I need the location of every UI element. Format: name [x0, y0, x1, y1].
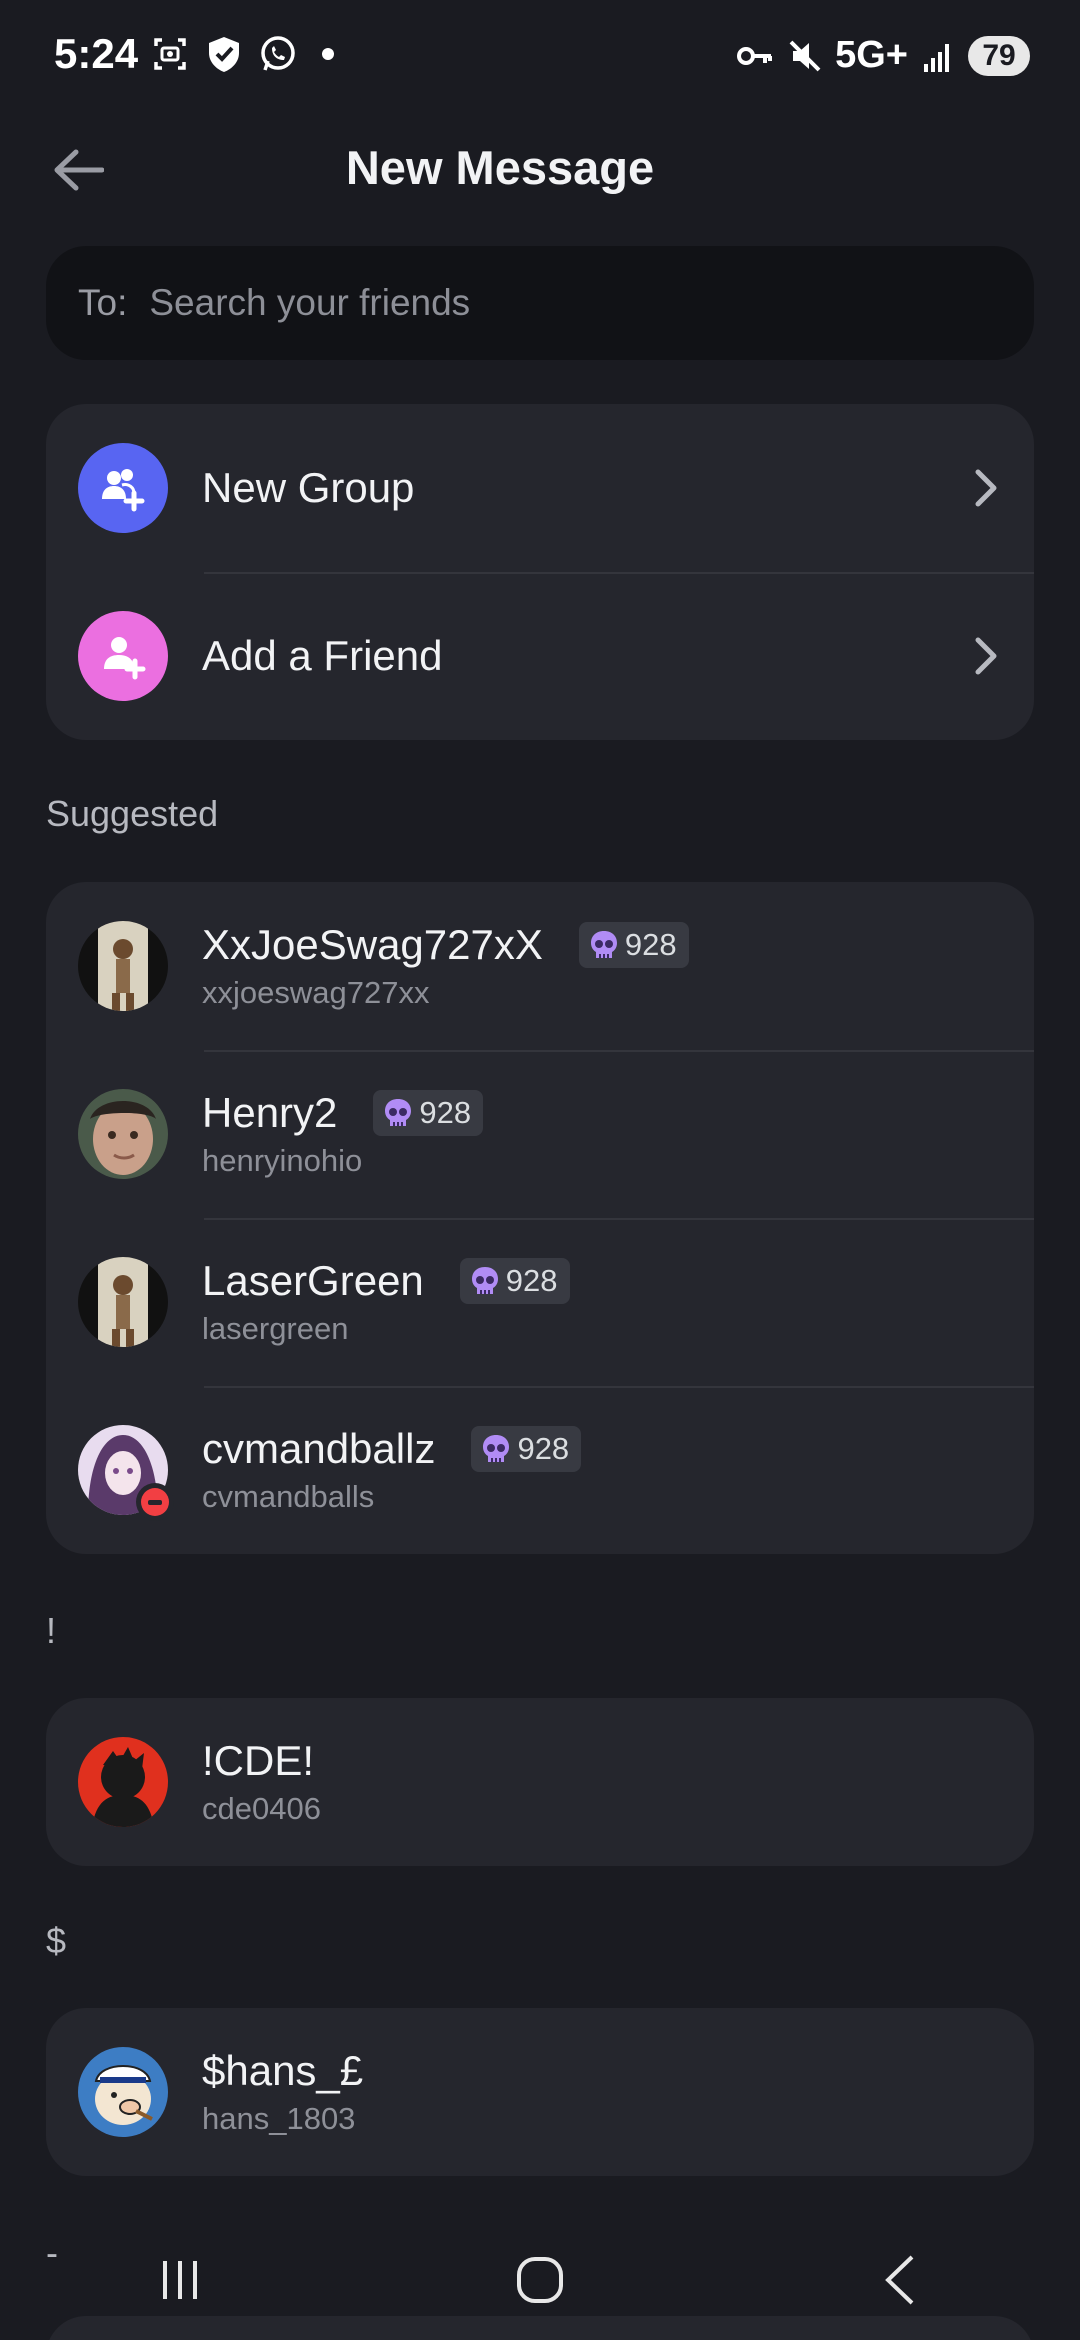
add-friend-label: Add a Friend [202, 632, 443, 679]
chevron-right-icon [975, 469, 997, 507]
avatar [78, 1257, 168, 1347]
avatar [78, 921, 168, 1011]
friend-row-hans-1803[interactable]: $hans_£ hans_1803 [46, 2008, 1034, 2176]
display-name: XxJoeSwag727xX [202, 921, 543, 968]
server-tag: 928 [578, 922, 689, 968]
tag-text: 928 [517, 1431, 570, 1466]
key-icon [737, 46, 773, 65]
new-group-row[interactable]: New Group [46, 404, 1034, 572]
home-icon [517, 2257, 563, 2303]
avatar [78, 1737, 168, 1827]
bang-card: !CDE! cde0406 [46, 1698, 1034, 1866]
display-name: Henry2 [202, 1089, 338, 1136]
username: lasergreen [202, 1311, 349, 1346]
skull-icon [471, 1267, 498, 1294]
section-dollar: $ [46, 1920, 67, 1961]
system-back-button[interactable] [840, 2240, 960, 2320]
screenshot-icon [154, 38, 186, 70]
friend-row-henryinohio[interactable]: Henry2 928 henryinohio [46, 1050, 1034, 1218]
username: cvmandballs [202, 1479, 375, 1514]
username: cde0406 [202, 1791, 321, 1826]
username: hans_1803 [202, 2101, 356, 2136]
add-friend-row[interactable]: Add a Friend [46, 572, 1034, 740]
server-tag: 928 [373, 1090, 484, 1136]
display-name: $hans_£ [202, 2047, 364, 2094]
shield-icon [209, 37, 239, 72]
search-bar[interactable]: To: [46, 246, 1034, 360]
skull-icon [385, 1099, 412, 1126]
friend-row-cvmandballs[interactable]: cvmandballz 928 cvmandballs [46, 1386, 1034, 1554]
actions-card: New Group Add a Friend [46, 404, 1034, 740]
network-type: 5G+ [835, 34, 908, 76]
username: xxjoeswag727xx [202, 975, 430, 1010]
server-tag: 928 [471, 1426, 582, 1472]
recent-apps-button[interactable] [120, 2240, 240, 2320]
recent-apps-icon [163, 2261, 197, 2299]
status-bar: 5:24 5G+ 79 [0, 0, 1080, 112]
battery-indicator: 79 [968, 35, 1030, 76]
friend-row-cde0406[interactable]: !CDE! cde0406 [46, 1698, 1034, 1866]
username: henryinohio [202, 1143, 363, 1178]
suggested-card: XxJoeSwag727xX 928 xxjoeswag727xx Henry2… [46, 882, 1034, 1554]
add-group-icon [78, 443, 168, 533]
friend-row-xxjoeswag727xx[interactable]: XxJoeSwag727xX 928 xxjoeswag727xx [46, 882, 1034, 1050]
search-prefix: To: [78, 282, 128, 323]
home-button[interactable] [480, 2240, 600, 2320]
search-input[interactable] [149, 282, 910, 324]
signal-icon [924, 43, 949, 72]
page-title: New Message [345, 141, 655, 194]
section-suggested: Suggested [46, 793, 219, 834]
section-bang: ! [46, 1610, 57, 1651]
tag-text: 928 [419, 1095, 472, 1130]
status-icons-left [150, 34, 334, 74]
friend-row-lasergreen[interactable]: LaserGreen 928 lasergreen [46, 1218, 1034, 1386]
chevron-right-icon [975, 637, 997, 675]
avatar [78, 2047, 168, 2137]
display-name: LaserGreen [202, 1257, 424, 1304]
mute-icon [789, 40, 821, 71]
do-not-disturb-icon [136, 1483, 174, 1521]
status-time: 5:24 [54, 30, 139, 77]
whatsapp-icon [261, 36, 295, 71]
new-group-label: New Group [202, 464, 415, 511]
skull-icon [590, 931, 617, 958]
header: New Message [0, 120, 1080, 220]
notification-dot-icon [322, 48, 334, 60]
chevron-left-icon [885, 2255, 914, 2305]
avatar [78, 1089, 168, 1179]
new-message-screen: 5:24 5G+ 79 New Message To: Search your … [0, 0, 1080, 2340]
tag-text: 928 [624, 927, 677, 962]
system-nav-bar [0, 2220, 1080, 2340]
display-name: !CDE! [202, 1737, 315, 1784]
avatar [78, 1425, 174, 1521]
dollar-card: $hans_£ hans_1803 [46, 2008, 1034, 2176]
server-tag: 928 [459, 1258, 570, 1304]
tag-text: 928 [505, 1263, 558, 1298]
display-name: cvmandballz [202, 1425, 436, 1472]
status-icons-right: 5G+ 79 [735, 34, 1030, 77]
skull-icon [483, 1435, 510, 1462]
add-friend-icon [78, 611, 168, 701]
